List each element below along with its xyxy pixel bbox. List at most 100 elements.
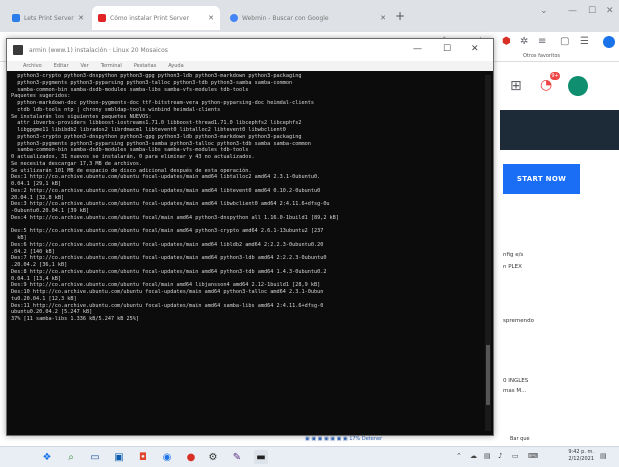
terminal-line: Des:5 http://co.archive.ubuntu.com/ubunt… — [11, 228, 324, 235]
chrome-icon[interactable]: ◉ — [160, 450, 174, 464]
terminal-line: Des:6 http://co.archive.ubuntu.com/ubunt… — [11, 241, 324, 248]
terminal-scrollbar[interactable] — [485, 75, 491, 431]
user-avatar[interactable] — [568, 76, 588, 96]
terminal-line: Des:8 http://co.archive.ubuntu.com/ubunt… — [11, 268, 327, 275]
terminal-title-bar[interactable]: armin (www.1) instalación · Linux 20 Mos… — [7, 39, 493, 61]
windows-start-icon[interactable]: ❖ — [40, 450, 54, 464]
browser-tab-bar: Lets Print Server ✕ Cómo instalar Print … — [0, 0, 619, 32]
settings-icon[interactable]: ⚙ — [206, 450, 220, 464]
browser-tab-2[interactable]: Cómo instalar Print Server ✕ — [92, 6, 220, 30]
tab-title: Lets Print Server — [24, 14, 74, 22]
terminal-line: 0.04.1 [29,1 kB] — [11, 181, 61, 187]
terminal-line: Se necesita descargar 17,3 MB de archivo… — [11, 160, 143, 167]
notifications-icon[interactable]: ▤ — [600, 452, 607, 460]
menu-item-pestanas[interactable]: Pestañas — [134, 63, 156, 69]
clock-time: 9:42 p. m. — [568, 449, 594, 455]
terminal-line: .20.04.2 [36,1 kB] — [11, 262, 68, 268]
menu-item-editar[interactable]: Editar — [54, 63, 69, 69]
extension-icon[interactable]: ⬢ — [502, 36, 511, 47]
terminal-line: Des:9 http://co.archive.ubuntu.com/ubunt… — [11, 282, 321, 289]
menu-item-terminal[interactable]: Terminal — [101, 63, 122, 69]
terminal-line: Des:7 http://co.archive.ubuntu.com/ubunt… — [11, 255, 327, 262]
terminal-line: samba-common-bin samba-dsdb-modules samb… — [11, 147, 249, 154]
terminal-line: libgpgme11 libibdb2 librados2 librdmacm1… — [11, 127, 286, 133]
puzzle-icon[interactable]: ✲ — [520, 36, 528, 47]
media-icon[interactable]: ● — [184, 450, 198, 464]
profile-avatar[interactable] — [603, 36, 615, 48]
close-icon[interactable]: ✕ — [78, 14, 84, 22]
network-icon[interactable]: ▤ — [484, 452, 491, 460]
terminal-icon — [13, 45, 23, 55]
terminal-line: ubuntu0.20.04.2 [5.247 kB] — [11, 309, 93, 316]
store-icon[interactable]: ▣ — [112, 450, 126, 464]
minimize-icon[interactable]: — — [568, 6, 577, 16]
tab-favicon — [12, 14, 20, 22]
browser-tab-3[interactable]: Webmin - Buscar con Google ✕ — [224, 6, 392, 30]
chevron-down-icon[interactable]: ⌄ — [540, 6, 548, 16]
terminal-line: 0.04.1 [13,4 kB] — [11, 275, 61, 282]
menu-item-ayuda[interactable]: Ayuda — [168, 63, 183, 69]
status-right-text: Bar que — [510, 436, 530, 442]
volume-icon[interactable]: ♪ — [498, 452, 502, 460]
page-banner — [500, 110, 619, 150]
menu-item-archivo[interactable]: Archivo — [23, 63, 42, 69]
language-icon[interactable]: ⌨ — [528, 452, 538, 460]
chevron-up-icon[interactable]: ⌃ — [456, 452, 462, 460]
menu-item-ver[interactable]: Ver — [81, 63, 89, 69]
start-now-button[interactable]: START NOW — [503, 164, 580, 194]
terminal-window[interactable]: armin (www.1) instalación · Linux 20 Mos… — [6, 38, 494, 436]
browser-tab-1[interactable]: Lets Print Server ✕ — [6, 6, 90, 30]
terminal-line: Des:4 http://co.archive.ubuntu.com/ubunt… — [11, 214, 339, 221]
terminal-line: Se instalarán los siguientes paquetes NU… — [11, 113, 152, 120]
youtube-icon — [98, 14, 106, 22]
terminal-line: attr ibverbs-providers libboost-iostream… — [11, 120, 302, 127]
terminal-line: samba-common-bin samba-dsdb-modules samb… — [11, 86, 249, 93]
menu-icon[interactable]: ≡ — [538, 36, 546, 47]
scrollbar-thumb[interactable] — [486, 345, 490, 405]
terminal-line: Des:10 http://co.archive.ubuntu.com/ubun… — [11, 289, 324, 295]
taskbar: ❖ ⌕ ▭ ▣ ◘ ◉ ● ⚙ ✎ ▬ ⌃ ☁ ▤ ♪ ▭ ⌨ 9:42 p. … — [0, 446, 619, 467]
apps-grid-icon[interactable]: ⊞ — [510, 78, 522, 94]
close-icon[interactable]: ✕ — [471, 44, 479, 54]
reader-icon[interactable]: ☰ — [580, 36, 589, 47]
terminal-line: Des:1 http://co.archive.ubuntu.com/ubunt… — [11, 174, 321, 181]
terminal-output[interactable]: python3-crypto python3-dnspython python3… — [11, 73, 483, 433]
terminal-line: 37% [11 samba-libs 1.336 kB/5.247 kB 25%… — [11, 316, 140, 322]
terminal-line: Se utilizarán 101 MB de espacio de disco… — [11, 167, 252, 174]
terminal-line: tu0.20.04.1 [12,3 kB] — [11, 295, 77, 302]
terminal-line: .04.2 [140 kB] — [11, 248, 55, 255]
search-icon[interactable]: ⌕ — [64, 450, 78, 464]
terminal-taskbar-icon[interactable]: ▬ — [254, 450, 268, 464]
maximize-icon[interactable]: ☐ — [443, 44, 451, 54]
terminal-line: Des:2 http://co.archive.ubuntu.com/ubunt… — [11, 187, 321, 194]
battery-icon[interactable]: ▭ — [512, 452, 519, 460]
clock-date: 2/12/2021 — [568, 456, 594, 462]
terminal-line: Des:11 http://co.archive.ubuntu.com/ubun… — [11, 302, 324, 309]
page-snippet: 0 INGLES — [503, 378, 529, 384]
new-tab-button[interactable]: + — [395, 9, 405, 23]
window-icon[interactable]: ▢ — [560, 36, 569, 47]
taskbar-clock[interactable]: 9:42 p. m. 2/12/2021 — [560, 449, 594, 463]
bookmarks-folder[interactable]: Otros favoritos — [523, 53, 560, 59]
paint-icon[interactable]: ✎ — [230, 450, 244, 464]
tab-title: Cómo instalar Print Server — [110, 14, 190, 22]
tab-title: Webmin - Buscar con Google — [242, 14, 329, 22]
terminal-line: ctdb ldb-tools ntp | chrony smbldap-tool… — [11, 106, 221, 113]
office-icon[interactable]: ◘ — [136, 450, 150, 464]
page-snippet: spremendo — [503, 318, 534, 324]
close-icon[interactable]: ✕ — [208, 14, 214, 22]
terminal-menu-bar: Archivo Editar Ver Terminal Pestañas Ayu… — [7, 61, 493, 71]
close-window-icon[interactable]: ✕ — [606, 6, 614, 16]
close-icon[interactable]: ✕ — [380, 14, 386, 22]
download-status: ▣ ▣ ▣ ▣ ▣ ▣ ▣ 17% Detener — [305, 436, 383, 442]
terminal-line: -0ubuntu0.20.04.1 [39 kB] — [11, 208, 90, 214]
terminal-line: python-markdown-doc python-pygments-doc … — [11, 100, 314, 106]
maximize-icon[interactable]: ☐ — [588, 6, 596, 16]
task-view-icon[interactable]: ▭ — [88, 450, 102, 464]
minimize-icon[interactable]: — — [413, 44, 422, 54]
google-icon — [230, 14, 238, 22]
terminal-line: python3-crypto python3-dnspython python3… — [11, 133, 302, 140]
cloud-icon[interactable]: ☁ — [470, 452, 477, 460]
page-snippet: n PLEX — [503, 264, 522, 270]
